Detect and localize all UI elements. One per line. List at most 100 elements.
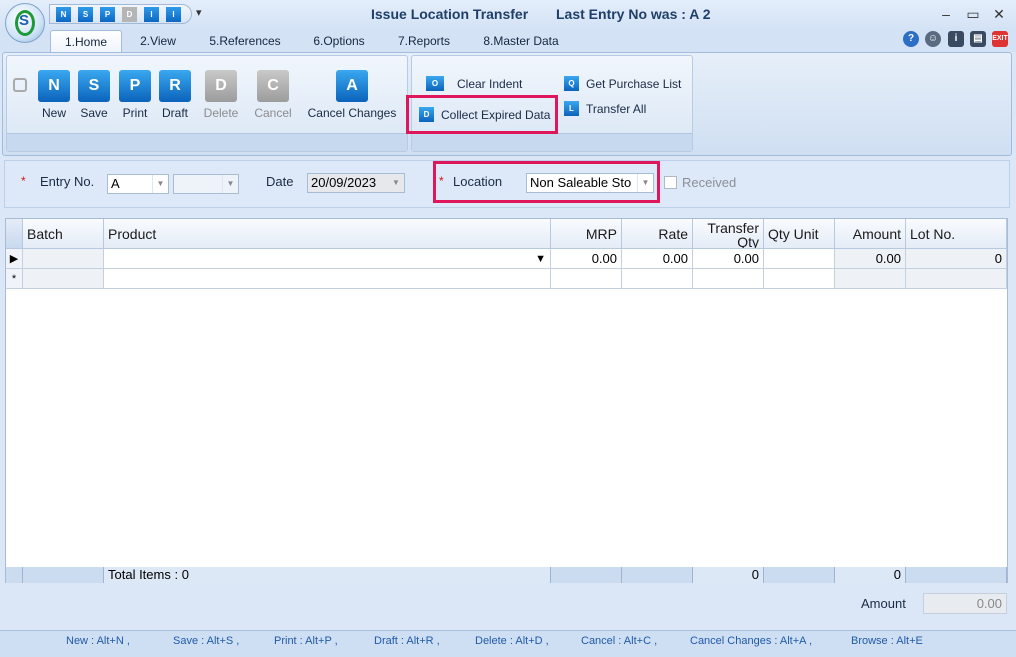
cancel-button[interactable]: C Cancel xyxy=(254,70,292,130)
entry-number-combo[interactable]: ▼ xyxy=(173,174,239,194)
qat-new-icon[interactable]: N xyxy=(56,7,71,22)
tab-view[interactable]: 2.View xyxy=(130,30,186,53)
date-picker[interactable]: 20/09/2023 ▼ xyxy=(307,173,405,193)
print-button[interactable]: P Print xyxy=(117,70,153,130)
new-cell-qty-unit[interactable] xyxy=(764,269,835,289)
window-title: Issue Location Transfer xyxy=(371,6,529,22)
column-batch[interactable]: Batch xyxy=(23,219,104,249)
new-cell-lot-no xyxy=(906,269,1007,289)
transfer-all-label: Transfer All xyxy=(586,102,647,116)
new-cell-product[interactable] xyxy=(104,269,551,289)
transfer-all-icon: L xyxy=(564,101,579,116)
shortcut-new: New : Alt+N , xyxy=(66,635,130,647)
qat-delete-icon[interactable]: D xyxy=(122,7,137,22)
save-button[interactable]: S Save xyxy=(76,70,112,130)
new-row-indicator: * xyxy=(6,269,23,289)
total-rate xyxy=(622,567,693,583)
shortcut-browse: Browse : Alt+E xyxy=(851,635,923,647)
support-icon[interactable]: ☺ xyxy=(925,31,941,47)
clear-indent-icon: O xyxy=(426,76,444,91)
date-label: Date xyxy=(266,174,294,189)
new-cell-transfer-qty[interactable] xyxy=(693,269,764,289)
shortcut-cancel-changes: Cancel Changes : Alt+A , xyxy=(690,635,812,647)
cell-lot-no: 0 xyxy=(906,249,1007,269)
location-highlight xyxy=(433,161,660,203)
cell-mrp[interactable]: 0.00 xyxy=(551,249,622,269)
cancel-changes-button[interactable]: A Cancel Changes xyxy=(308,70,396,130)
tab-master-data[interactable]: 8.Master Data xyxy=(474,30,568,53)
required-mark: * xyxy=(21,174,26,188)
cell-transfer-qty[interactable]: 0.00 xyxy=(693,249,764,269)
column-lot-no[interactable]: Lot No. xyxy=(906,219,1007,249)
amount-panel xyxy=(4,590,1010,620)
shortcut-print: Print : Alt+P , xyxy=(274,635,338,647)
amount-label: Amount xyxy=(861,596,906,611)
entry-no-label: Entry No. xyxy=(40,174,95,189)
qat-save-icon[interactable]: S xyxy=(78,7,93,22)
transfer-all-button[interactable]: L Transfer All xyxy=(564,99,664,119)
total-transfer-qty: 0 xyxy=(693,567,764,583)
cell-batch[interactable] xyxy=(23,249,104,269)
column-transfer-qty[interactable]: Transfer Qty xyxy=(693,219,764,249)
print-icon: P xyxy=(119,70,151,102)
delete-button[interactable]: D Delete xyxy=(203,70,239,130)
qat-info-icon[interactable]: I xyxy=(144,7,159,22)
column-qty-unit[interactable]: Qty Unit xyxy=(764,219,835,249)
close-button[interactable]: ✕ xyxy=(989,4,1009,24)
cell-amount: 0.00 xyxy=(835,249,906,269)
cell-qty-unit[interactable] xyxy=(764,249,835,269)
shortcut-save: Save : Alt+S , xyxy=(173,635,240,647)
document-icon[interactable]: ▤ xyxy=(970,31,986,47)
shortcut-delete: Delete : Alt+D , xyxy=(475,635,549,647)
received-checkbox[interactable] xyxy=(664,176,677,189)
new-cell-batch[interactable] xyxy=(23,269,104,289)
exit-icon[interactable]: EXIT xyxy=(992,31,1008,47)
new-cell-amount xyxy=(835,269,906,289)
cell-rate[interactable]: 0.00 xyxy=(622,249,693,269)
column-product[interactable]: Product xyxy=(104,219,551,249)
chevron-down-icon[interactable]: ▼ xyxy=(222,175,238,193)
tab-options[interactable]: 6.Options xyxy=(302,30,376,53)
total-batch xyxy=(23,567,104,583)
column-amount[interactable]: Amount xyxy=(835,219,906,249)
chevron-down-icon[interactable]: ▼ xyxy=(535,249,546,269)
totals-row-header xyxy=(6,567,23,583)
total-qty-unit xyxy=(764,567,835,583)
clear-indent-button[interactable]: O Clear Indent xyxy=(426,74,546,94)
qat-print-icon[interactable]: P xyxy=(100,7,115,22)
total-items: Total Items : 0 xyxy=(104,567,551,583)
shortcut-cancel: Cancel : Alt+C , xyxy=(581,635,658,647)
info-icon[interactable]: i xyxy=(948,31,964,47)
column-rate[interactable]: Rate xyxy=(622,219,693,249)
minimize-button[interactable]: – xyxy=(936,4,956,24)
amount-value: 0.00 xyxy=(923,593,1007,614)
new-cell-rate[interactable] xyxy=(622,269,693,289)
tab-reports[interactable]: 7.Reports xyxy=(386,30,462,53)
help-icon[interactable]: ? xyxy=(903,31,919,47)
column-mrp[interactable]: MRP xyxy=(551,219,622,249)
new-button[interactable]: N New xyxy=(36,70,72,130)
last-entry-info: Last Entry No was : A 2 xyxy=(556,6,711,22)
entry-prefix-combo[interactable]: A ▼ xyxy=(107,174,169,194)
chevron-down-icon[interactable]: ▼ xyxy=(152,175,168,193)
new-cell-mrp[interactable] xyxy=(551,269,622,289)
draft-icon: R xyxy=(159,70,191,102)
tab-references[interactable]: 5.References xyxy=(198,30,292,53)
get-purchase-list-button[interactable]: Q Get Purchase List xyxy=(564,74,690,94)
total-lot-no xyxy=(906,567,1007,583)
tab-home[interactable]: 1.Home xyxy=(50,30,122,53)
qat-customize-icon[interactable]: ▾ xyxy=(196,6,202,19)
draft-button[interactable]: R Draft xyxy=(157,70,193,130)
get-purchase-list-icon: Q xyxy=(564,76,579,91)
entry-prefix-value: A xyxy=(111,176,120,191)
chevron-down-icon[interactable]: ▼ xyxy=(388,174,404,192)
save-icon: S xyxy=(78,70,110,102)
restore-button[interactable]: ▭ xyxy=(963,4,983,24)
cancel-changes-icon: A xyxy=(336,70,368,102)
delete-icon: D xyxy=(205,70,237,102)
cell-product[interactable]: ▼ xyxy=(104,249,551,269)
clear-indent-label: Clear Indent xyxy=(457,77,523,91)
qat-info2-icon[interactable]: I xyxy=(166,7,181,22)
app-logo-button[interactable]: S xyxy=(5,3,45,43)
cancel-icon: C xyxy=(257,70,289,102)
